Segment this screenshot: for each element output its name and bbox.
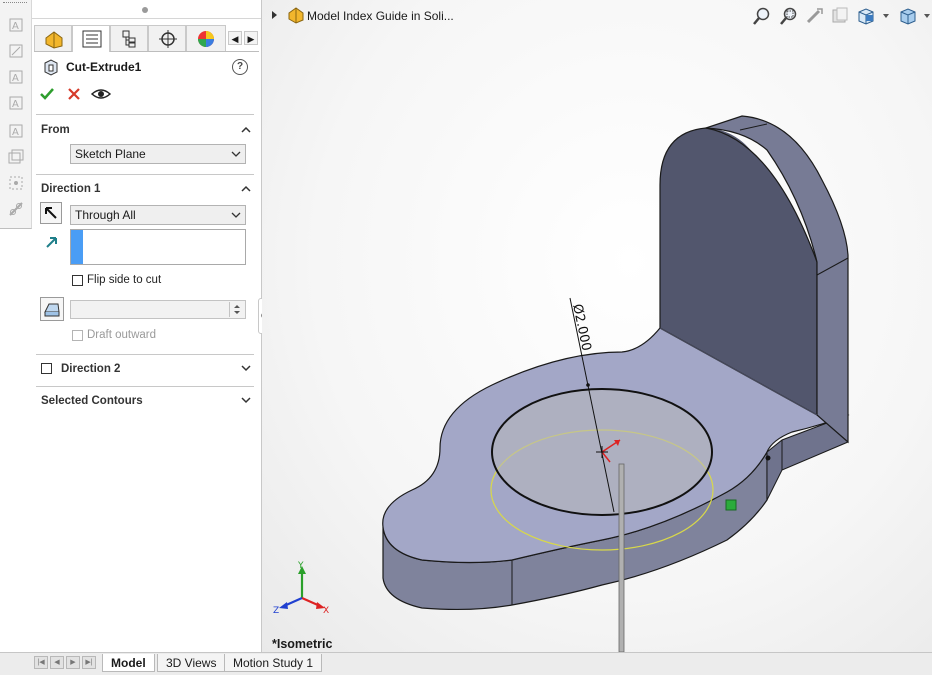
direction-vector-icon (46, 237, 57, 248)
appearance-icon (198, 31, 214, 47)
draft-toggle-button[interactable] (40, 297, 64, 321)
center-mark-icon[interactable] (7, 174, 25, 192)
auto-balloon-icon[interactable]: A (7, 122, 25, 140)
part-model[interactable]: Ø2.000 (262, 0, 932, 652)
tab-feature-manager[interactable] (34, 25, 72, 51)
svg-text:A: A (12, 21, 19, 32)
triad-z-label: Z (273, 606, 279, 616)
svg-text:A: A (12, 127, 19, 138)
tab-3d-views[interactable]: 3D Views (157, 654, 226, 672)
property-manager-icon (82, 30, 102, 48)
tab-dimxpert-manager[interactable] (148, 25, 186, 51)
direction2-section-title: Direction 2 (61, 363, 121, 375)
end-condition-value: Through All (75, 208, 136, 222)
expand-direction2-chevron-icon[interactable] (241, 363, 251, 373)
first-tab-button[interactable]: |◀ (34, 656, 48, 669)
tab-scroll-left-button[interactable]: ◀ (228, 31, 242, 45)
reverse-direction-button[interactable] (40, 202, 62, 224)
selected-contours-section-title: Selected Contours (41, 395, 143, 407)
from-select-value: Sketch Plane (75, 147, 146, 161)
help-button[interactable]: ? (232, 59, 248, 75)
diameter-dimension[interactable]: Ø2.000 (569, 303, 594, 353)
prev-tab-button[interactable]: ◀ (50, 656, 64, 669)
from-start-condition-select[interactable]: Sketch Plane (70, 144, 246, 164)
annotation-icon[interactable]: A (7, 68, 25, 86)
svg-text:A: A (12, 73, 19, 84)
selection-color-bar (71, 230, 83, 264)
cancel-x-icon[interactable] (67, 87, 81, 101)
section-divider (36, 354, 254, 355)
crosshair-icon (159, 30, 177, 48)
from-section-title: From (41, 124, 70, 136)
graphics-area[interactable]: Model Index Guide in Soli... Ø2.000 Y X … (262, 0, 932, 652)
triad-y-label: Y (297, 561, 304, 571)
preview-eye-icon[interactable] (91, 86, 111, 102)
smart-dimension-icon[interactable]: A (7, 16, 25, 34)
chevron-down-icon (231, 212, 241, 218)
tab-property-manager[interactable] (72, 25, 110, 52)
cut-extrude-icon (44, 59, 58, 76)
section-divider (36, 386, 254, 387)
reverse-direction-arrow-icon (45, 207, 57, 219)
draft-icon (44, 303, 60, 317)
feature-title: Cut-Extrude1 (66, 60, 142, 74)
panel-grip[interactable] (142, 7, 148, 13)
triad-x-label: X (323, 606, 329, 616)
direction-selection-box[interactable] (70, 229, 246, 265)
spin-arrows-icon (234, 305, 240, 314)
expand-contours-chevron-icon[interactable] (241, 395, 251, 405)
bottom-tab-bar: |◀ ◀ ▶ ▶| Model 3D Views Motion Study 1 (0, 652, 932, 675)
collapse-direction1-chevron-icon[interactable] (241, 184, 251, 194)
block-icon[interactable] (7, 148, 25, 166)
manager-tabs: ◀ ▶ (34, 23, 259, 52)
chevron-down-icon (231, 151, 241, 157)
direction1-section-title: Direction 1 (41, 183, 101, 195)
spinbox-arrows[interactable] (229, 302, 244, 317)
draft-outward-label: Draft outward (87, 329, 157, 341)
tab-motion-study-1[interactable]: Motion Study 1 (224, 654, 323, 672)
collapse-from-chevron-icon[interactable] (241, 125, 251, 135)
feature-tree-icon (45, 31, 63, 49)
property-manager: ◀ ▶ Cut-Extrude1 ? From Sketch Plane Dir… (32, 0, 262, 652)
balloon-icon[interactable]: A (7, 94, 25, 112)
flip-side-label: Flip side to cut (87, 274, 162, 286)
last-tab-button[interactable]: ▶| (82, 656, 96, 669)
left-command-toolbar: A A A A (0, 0, 32, 229)
flip-side-checkbox[interactable] (72, 275, 83, 286)
svg-text:A: A (12, 99, 19, 110)
ok-checkmark-icon[interactable] (39, 86, 55, 102)
direction2-checkbox[interactable] (41, 363, 52, 374)
note-edit-icon[interactable] (7, 42, 25, 60)
tab-display-manager[interactable] (186, 25, 226, 51)
divider (32, 18, 261, 19)
view-orientation-label: *Isometric (272, 637, 333, 651)
draft-outward-checkbox[interactable] (72, 330, 83, 341)
tab-model[interactable]: Model (102, 654, 155, 672)
section-divider (36, 174, 254, 175)
draft-angle-spinbox[interactable] (70, 300, 246, 319)
next-tab-button[interactable]: ▶ (66, 656, 80, 669)
tab-configuration-manager[interactable] (110, 25, 148, 51)
section-divider (36, 114, 254, 115)
tab-scroll-right-button[interactable]: ▶ (244, 31, 258, 45)
configuration-icon (122, 30, 136, 48)
end-condition-select[interactable]: Through All (70, 205, 246, 225)
weld-symbol-icon[interactable] (7, 200, 25, 218)
toolbar-grip[interactable] (3, 2, 27, 6)
reference-triad: Y X Z (273, 561, 329, 616)
